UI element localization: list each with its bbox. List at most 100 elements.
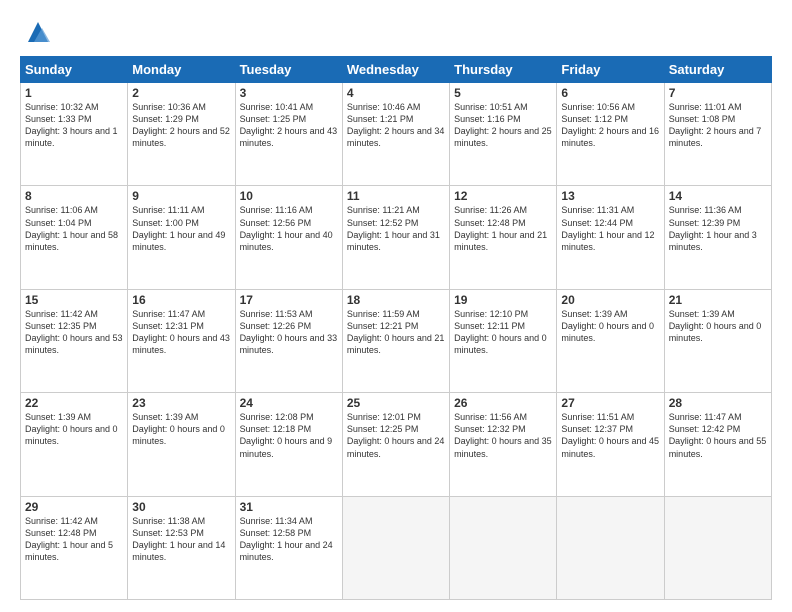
logo-icon	[24, 18, 52, 46]
calendar-cell: 15Sunrise: 11:42 AM Sunset: 12:35 PM Day…	[21, 289, 128, 392]
day-number: 12	[454, 189, 552, 203]
day-info: Sunrise: 10:56 AM Sunset: 1:12 PM Daylig…	[561, 101, 659, 150]
calendar-week-4: 22Sunset: 1:39 AM Daylight: 0 hours and …	[21, 393, 772, 496]
day-info: Sunrise: 12:10 PM Sunset: 12:11 PM Dayli…	[454, 308, 552, 357]
calendar-cell: 18Sunrise: 11:59 AM Sunset: 12:21 PM Day…	[342, 289, 449, 392]
day-number: 28	[669, 396, 767, 410]
day-number: 27	[561, 396, 659, 410]
day-info: Sunset: 1:39 AM Daylight: 0 hours and 0 …	[669, 308, 767, 344]
calendar-cell: 26Sunrise: 11:56 AM Sunset: 12:32 PM Day…	[450, 393, 557, 496]
day-number: 11	[347, 189, 445, 203]
day-number: 5	[454, 86, 552, 100]
calendar-cell: 9Sunrise: 11:11 AM Sunset: 1:00 PM Dayli…	[128, 186, 235, 289]
day-info: Sunrise: 11:36 AM Sunset: 12:39 PM Dayli…	[669, 204, 767, 253]
calendar-header-sunday: Sunday	[21, 57, 128, 83]
calendar: SundayMondayTuesdayWednesdayThursdayFrid…	[20, 56, 772, 600]
day-info: Sunrise: 10:41 AM Sunset: 1:25 PM Daylig…	[240, 101, 338, 150]
calendar-cell: 2Sunrise: 10:36 AM Sunset: 1:29 PM Dayli…	[128, 83, 235, 186]
day-number: 22	[25, 396, 123, 410]
calendar-cell: 14Sunrise: 11:36 AM Sunset: 12:39 PM Day…	[664, 186, 771, 289]
day-info: Sunset: 1:39 AM Daylight: 0 hours and 0 …	[25, 411, 123, 447]
calendar-cell: 16Sunrise: 11:47 AM Sunset: 12:31 PM Day…	[128, 289, 235, 392]
calendar-cell: 17Sunrise: 11:53 AM Sunset: 12:26 PM Day…	[235, 289, 342, 392]
day-info: Sunrise: 11:26 AM Sunset: 12:48 PM Dayli…	[454, 204, 552, 253]
calendar-cell: 5Sunrise: 10:51 AM Sunset: 1:16 PM Dayli…	[450, 83, 557, 186]
calendar-header-wednesday: Wednesday	[342, 57, 449, 83]
day-info: Sunrise: 10:36 AM Sunset: 1:29 PM Daylig…	[132, 101, 230, 150]
day-number: 13	[561, 189, 659, 203]
calendar-cell	[342, 496, 449, 599]
day-number: 2	[132, 86, 230, 100]
day-info: Sunrise: 11:47 AM Sunset: 12:31 PM Dayli…	[132, 308, 230, 357]
day-info: Sunrise: 11:56 AM Sunset: 12:32 PM Dayli…	[454, 411, 552, 460]
day-info: Sunrise: 11:51 AM Sunset: 12:37 PM Dayli…	[561, 411, 659, 460]
day-number: 17	[240, 293, 338, 307]
day-info: Sunset: 1:39 AM Daylight: 0 hours and 0 …	[132, 411, 230, 447]
calendar-week-2: 8Sunrise: 11:06 AM Sunset: 1:04 PM Dayli…	[21, 186, 772, 289]
calendar-cell: 1Sunrise: 10:32 AM Sunset: 1:33 PM Dayli…	[21, 83, 128, 186]
day-number: 18	[347, 293, 445, 307]
day-number: 26	[454, 396, 552, 410]
day-info: Sunrise: 12:08 PM Sunset: 12:18 PM Dayli…	[240, 411, 338, 460]
day-number: 10	[240, 189, 338, 203]
day-number: 20	[561, 293, 659, 307]
day-number: 15	[25, 293, 123, 307]
calendar-week-3: 15Sunrise: 11:42 AM Sunset: 12:35 PM Day…	[21, 289, 772, 392]
day-info: Sunrise: 10:32 AM Sunset: 1:33 PM Daylig…	[25, 101, 123, 150]
day-number: 1	[25, 86, 123, 100]
day-info: Sunrise: 11:01 AM Sunset: 1:08 PM Daylig…	[669, 101, 767, 150]
day-number: 25	[347, 396, 445, 410]
day-info: Sunset: 1:39 AM Daylight: 0 hours and 0 …	[561, 308, 659, 344]
day-info: Sunrise: 12:01 PM Sunset: 12:25 PM Dayli…	[347, 411, 445, 460]
calendar-cell: 19Sunrise: 12:10 PM Sunset: 12:11 PM Day…	[450, 289, 557, 392]
calendar-cell: 3Sunrise: 10:41 AM Sunset: 1:25 PM Dayli…	[235, 83, 342, 186]
day-info: Sunrise: 11:59 AM Sunset: 12:21 PM Dayli…	[347, 308, 445, 357]
calendar-cell	[557, 496, 664, 599]
day-info: Sunrise: 11:16 AM Sunset: 12:56 PM Dayli…	[240, 204, 338, 253]
day-number: 16	[132, 293, 230, 307]
calendar-cell: 28Sunrise: 11:47 AM Sunset: 12:42 PM Day…	[664, 393, 771, 496]
day-info: Sunrise: 11:53 AM Sunset: 12:26 PM Dayli…	[240, 308, 338, 357]
day-number: 3	[240, 86, 338, 100]
calendar-header-monday: Monday	[128, 57, 235, 83]
calendar-cell: 4Sunrise: 10:46 AM Sunset: 1:21 PM Dayli…	[342, 83, 449, 186]
day-number: 8	[25, 189, 123, 203]
day-number: 21	[669, 293, 767, 307]
calendar-cell: 21Sunset: 1:39 AM Daylight: 0 hours and …	[664, 289, 771, 392]
calendar-header-saturday: Saturday	[664, 57, 771, 83]
calendar-cell: 22Sunset: 1:39 AM Daylight: 0 hours and …	[21, 393, 128, 496]
calendar-cell: 11Sunrise: 11:21 AM Sunset: 12:52 PM Day…	[342, 186, 449, 289]
day-number: 24	[240, 396, 338, 410]
calendar-cell: 29Sunrise: 11:42 AM Sunset: 12:48 PM Day…	[21, 496, 128, 599]
calendar-week-5: 29Sunrise: 11:42 AM Sunset: 12:48 PM Day…	[21, 496, 772, 599]
day-number: 30	[132, 500, 230, 514]
calendar-cell: 23Sunset: 1:39 AM Daylight: 0 hours and …	[128, 393, 235, 496]
day-info: Sunrise: 11:11 AM Sunset: 1:00 PM Daylig…	[132, 204, 230, 253]
day-info: Sunrise: 11:47 AM Sunset: 12:42 PM Dayli…	[669, 411, 767, 460]
calendar-cell: 20Sunset: 1:39 AM Daylight: 0 hours and …	[557, 289, 664, 392]
calendar-header-friday: Friday	[557, 57, 664, 83]
day-number: 19	[454, 293, 552, 307]
day-info: Sunrise: 10:46 AM Sunset: 1:21 PM Daylig…	[347, 101, 445, 150]
calendar-cell: 25Sunrise: 12:01 PM Sunset: 12:25 PM Day…	[342, 393, 449, 496]
day-number: 4	[347, 86, 445, 100]
day-info: Sunrise: 11:31 AM Sunset: 12:44 PM Dayli…	[561, 204, 659, 253]
day-info: Sunrise: 10:51 AM Sunset: 1:16 PM Daylig…	[454, 101, 552, 150]
logo	[20, 18, 52, 46]
calendar-cell: 31Sunrise: 11:34 AM Sunset: 12:58 PM Day…	[235, 496, 342, 599]
calendar-header-tuesday: Tuesday	[235, 57, 342, 83]
calendar-cell: 8Sunrise: 11:06 AM Sunset: 1:04 PM Dayli…	[21, 186, 128, 289]
day-number: 6	[561, 86, 659, 100]
calendar-cell: 13Sunrise: 11:31 AM Sunset: 12:44 PM Day…	[557, 186, 664, 289]
calendar-cell	[664, 496, 771, 599]
day-number: 23	[132, 396, 230, 410]
calendar-week-1: 1Sunrise: 10:32 AM Sunset: 1:33 PM Dayli…	[21, 83, 772, 186]
day-info: Sunrise: 11:42 AM Sunset: 12:35 PM Dayli…	[25, 308, 123, 357]
day-number: 7	[669, 86, 767, 100]
calendar-cell: 24Sunrise: 12:08 PM Sunset: 12:18 PM Day…	[235, 393, 342, 496]
day-info: Sunrise: 11:42 AM Sunset: 12:48 PM Dayli…	[25, 515, 123, 564]
day-info: Sunrise: 11:38 AM Sunset: 12:53 PM Dayli…	[132, 515, 230, 564]
day-number: 29	[25, 500, 123, 514]
calendar-cell	[450, 496, 557, 599]
day-number: 14	[669, 189, 767, 203]
